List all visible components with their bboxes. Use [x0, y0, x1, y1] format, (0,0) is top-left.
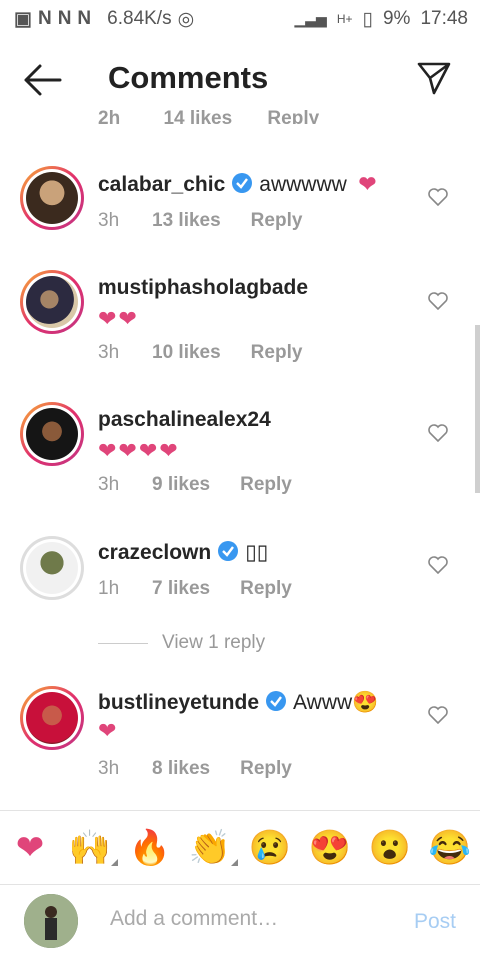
emoji-quick-bar: ❤ 🙌 🔥 👏 😢 😍 😮 😂: [0, 812, 480, 884]
emoji-laughing[interactable]: 😂: [428, 828, 472, 868]
comment-text: Awww😍: [293, 691, 379, 714]
view-replies-button[interactable]: View 1 reply: [98, 632, 265, 654]
status-bar: ▣ N N N 6.84K/s ◎ ▁▃▅ H+ ▯ 9% 17:48: [0, 0, 480, 38]
divider: [0, 884, 480, 885]
battery-percent: 9%: [382, 8, 411, 29]
network-type: H+: [336, 12, 353, 26]
post-button[interactable]: Post: [414, 910, 456, 934]
username[interactable]: crazeclown: [98, 541, 211, 564]
comment-meta: 3h 9 likes Reply: [98, 474, 292, 496]
net-speed: 6.84K/s: [107, 8, 172, 29]
emoji-surprised[interactable]: 😮: [368, 828, 412, 868]
comment-input[interactable]: [108, 906, 392, 932]
like-count[interactable]: 8 likes: [152, 758, 210, 780]
emoji-crying[interactable]: 😢: [248, 828, 292, 868]
emoji-raised-hands[interactable]: 🙌: [68, 828, 118, 868]
verified-badge-icon: [266, 691, 287, 711]
emoji-heart[interactable]: ❤: [8, 828, 52, 868]
notification-n-icon: N: [37, 8, 52, 29]
verified-badge-icon: [218, 541, 239, 561]
username[interactable]: paschalinealex24: [98, 408, 271, 432]
comment-meta: 1h 7 likes Reply: [98, 578, 292, 600]
heart-outline-icon[interactable]: [428, 556, 448, 574]
heart-emoji: ❤❤: [98, 306, 139, 331]
emoji-clap[interactable]: 👏: [188, 828, 238, 868]
avatar[interactable]: [20, 166, 84, 230]
heart-outline-icon[interactable]: [428, 706, 448, 724]
username[interactable]: mustiphasholagbade: [98, 276, 308, 300]
reply-button[interactable]: Reply: [240, 758, 292, 780]
heart-outline-icon[interactable]: [428, 188, 448, 206]
notification-n-icon: N: [57, 8, 72, 29]
notification-n-icon: N: [77, 8, 92, 29]
reply-button[interactable]: Reply: [240, 474, 292, 496]
comment-text: ▯▯: [245, 541, 269, 564]
comment-meta: 3h 13 likes Reply: [98, 210, 302, 232]
message-icon: ▣: [14, 8, 32, 30]
hotspot-icon: ◎: [177, 8, 195, 30]
heart-emoji: ❤❤❤❤: [98, 438, 180, 463]
comment-time: 3h: [98, 210, 120, 231]
signal-icon: ▁▃▅: [294, 10, 327, 27]
battery-icon: ▯: [362, 8, 373, 30]
avatar[interactable]: [20, 686, 84, 750]
like-count[interactable]: 13 likes: [152, 210, 221, 232]
heart-outline-icon[interactable]: [428, 424, 448, 442]
avatar[interactable]: [20, 402, 84, 466]
heart-outline-icon[interactable]: [428, 292, 448, 310]
heart-emoji: ❤: [98, 718, 119, 743]
username[interactable]: bustlineyetunde: [98, 691, 259, 714]
emoji-fire[interactable]: 🔥: [128, 828, 172, 868]
reply-button[interactable]: Reply: [251, 210, 303, 232]
username[interactable]: calabar_chic: [98, 173, 225, 196]
view-replies-label: View 1 reply: [162, 632, 266, 653]
like-count[interactable]: 9 likes: [152, 474, 210, 496]
my-avatar: [24, 894, 78, 948]
verified-badge-icon: [232, 173, 253, 193]
comment-time: 3h: [98, 342, 120, 363]
back-arrow-icon[interactable]: [22, 62, 62, 98]
comment-text: awwwww: [259, 173, 347, 196]
comment-time: 3h: [98, 474, 120, 495]
heart-emoji: ❤: [358, 173, 377, 196]
like-count[interactable]: 10 likes: [152, 342, 221, 364]
comment-meta: 3h 8 likes Reply: [98, 758, 292, 780]
direct-share-icon[interactable]: [416, 60, 452, 96]
emoji-heart-eyes[interactable]: 😍: [308, 828, 352, 868]
page-title: Comments: [108, 60, 269, 95]
partial-comment-meta: 2h 14 likes Reply: [98, 108, 320, 124]
scrollbar[interactable]: [475, 325, 480, 493]
clock: 17:48: [420, 8, 468, 29]
like-count[interactable]: 7 likes: [152, 578, 210, 600]
comment-time: 1h: [98, 578, 120, 599]
avatar[interactable]: [20, 536, 84, 600]
avatar[interactable]: [20, 270, 84, 334]
reply-button[interactable]: Reply: [251, 342, 303, 364]
comment-composer: Post: [0, 886, 480, 960]
view-replies-line: [98, 642, 148, 644]
reply-button[interactable]: Reply: [240, 578, 292, 600]
comment-time: 3h: [98, 758, 120, 779]
comment-meta: 3h 10 likes Reply: [98, 342, 302, 364]
divider: [0, 810, 480, 811]
